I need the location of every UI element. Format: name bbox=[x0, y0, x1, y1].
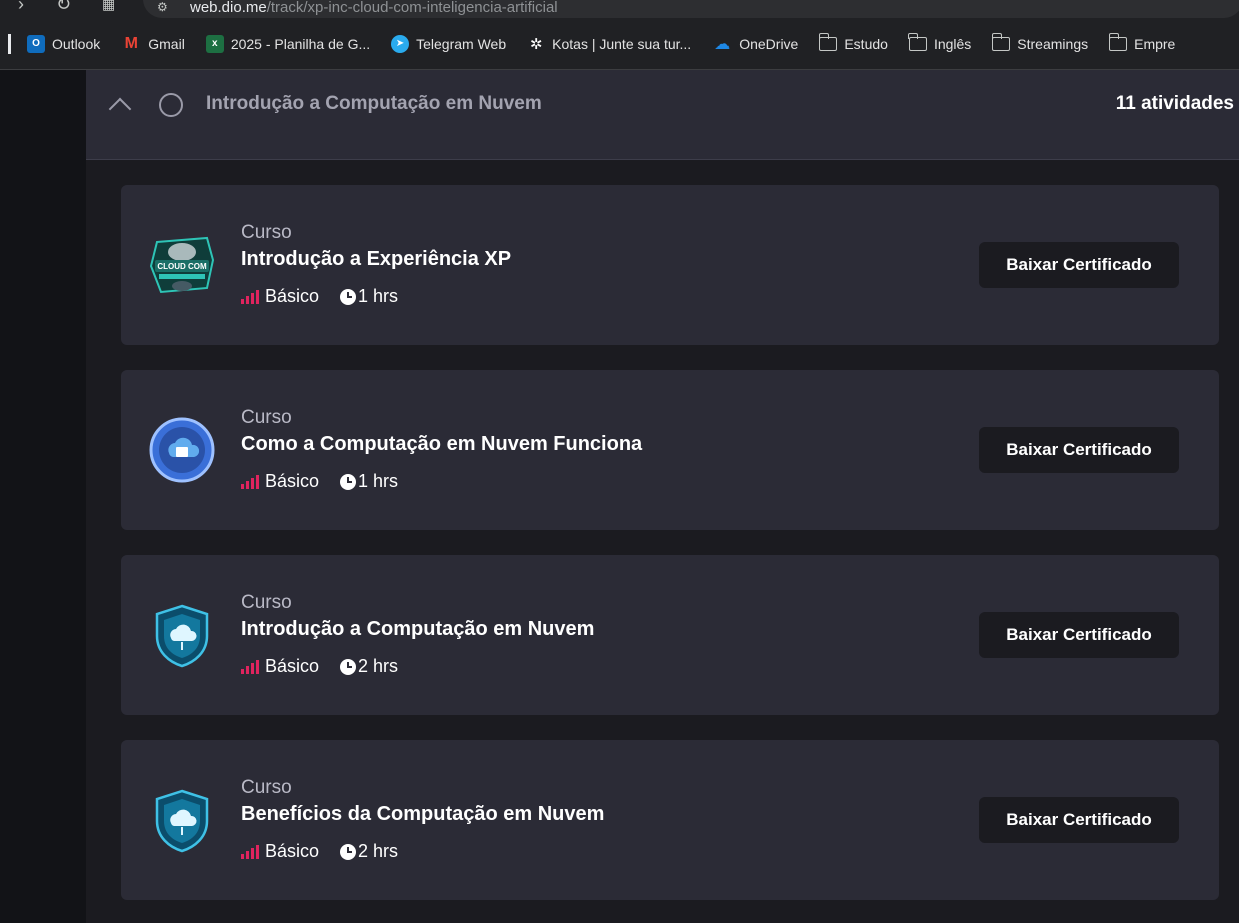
course-duration: 2 hrs bbox=[358, 841, 399, 861]
excel-icon: x bbox=[205, 34, 224, 53]
course-title[interactable]: Introdução a Experiência XP bbox=[241, 248, 511, 271]
folder-icon bbox=[818, 32, 838, 51]
level-bars-icon bbox=[241, 289, 259, 304]
course-meta: Básico 1 hrs bbox=[241, 286, 398, 307]
level-bars-icon bbox=[241, 844, 259, 859]
site-info-icon[interactable]: ⚙ bbox=[157, 0, 168, 14]
bookmark-onedrive[interactable]: ☁ OneDrive bbox=[712, 35, 798, 53]
cloud-shield-badge-icon bbox=[155, 604, 209, 668]
course-card: Curso Introdução a Computação em Nuvem B… bbox=[121, 555, 1219, 715]
course-list: CLOUD COM Curso Introdução a Experiência… bbox=[86, 160, 1239, 923]
course-level: Básico bbox=[265, 286, 320, 306]
course-meta: Básico 2 hrs bbox=[241, 841, 398, 862]
course-type: Curso bbox=[241, 222, 292, 243]
course-duration: 1 hrs bbox=[358, 286, 399, 306]
folder-icon bbox=[991, 32, 1011, 51]
course-level: Básico bbox=[265, 841, 320, 861]
bookmark-folder-ingles[interactable]: Inglês bbox=[908, 32, 971, 52]
course-duration: 2 hrs bbox=[358, 656, 399, 676]
course-title[interactable]: Introdução a Computação em Nuvem bbox=[241, 618, 594, 641]
cloud-circle-badge-icon bbox=[149, 417, 215, 483]
bookmark-folder-empre[interactable]: Empre bbox=[1108, 32, 1175, 52]
outlook-icon: O bbox=[27, 34, 45, 53]
clock-icon bbox=[340, 658, 357, 675]
course-duration: 1 hrs bbox=[358, 471, 399, 491]
browser-toolbar: › ↻ ▦ ⚙ web.dio.me/track/xp-inc-cloud-co… bbox=[0, 0, 1239, 18]
url-text[interactable]: web.dio.me/track/xp-inc-cloud-com-inteli… bbox=[190, 0, 558, 16]
course-type: Curso bbox=[241, 777, 292, 798]
cloud-shield-badge-icon bbox=[155, 789, 209, 853]
telegram-icon: ➤ bbox=[391, 34, 410, 53]
gmail-icon: M bbox=[124, 34, 138, 52]
course-level: Básico bbox=[265, 656, 320, 676]
clock-icon bbox=[340, 843, 357, 860]
course-title[interactable]: Benefícios da Computação em Nuvem bbox=[241, 803, 604, 826]
course-type: Curso bbox=[241, 407, 292, 428]
course-meta: Básico 2 hrs bbox=[241, 656, 398, 677]
kotas-icon: ✲ bbox=[529, 35, 543, 53]
download-certificate-button[interactable]: Baixar Certificado bbox=[979, 427, 1179, 473]
course-level: Básico bbox=[265, 471, 320, 491]
progress-circle-icon bbox=[159, 93, 183, 117]
forward-icon[interactable]: › bbox=[18, 0, 24, 15]
course-card: Curso Como a Computação em Nuvem Funcion… bbox=[121, 370, 1219, 530]
folder-icon bbox=[1108, 32, 1128, 51]
level-bars-icon bbox=[241, 659, 259, 674]
bookmark-folder-streamings[interactable]: Streamings bbox=[991, 32, 1088, 52]
download-certificate-button[interactable]: Baixar Certificado bbox=[979, 242, 1179, 288]
clock-icon bbox=[340, 288, 357, 305]
address-bar[interactable]: ⚙ web.dio.me/track/xp-inc-cloud-com-inte… bbox=[143, 0, 1239, 18]
bookmark-planilha[interactable]: x 2025 - Planilha de G... bbox=[205, 34, 370, 53]
clock-icon bbox=[340, 473, 357, 490]
download-certificate-button[interactable]: Baixar Certificado bbox=[979, 612, 1179, 658]
folder-icon bbox=[908, 32, 927, 51]
activity-count: 11 atividades bbox=[1115, 93, 1234, 114]
bookmark-folder-estudo[interactable]: Estudo bbox=[818, 32, 888, 52]
section-header[interactable]: Introdução a Computação em Nuvem 11 ativ… bbox=[86, 70, 1239, 160]
bookmark-telegram[interactable]: ➤ Telegram Web bbox=[391, 34, 506, 53]
reload-icon[interactable]: ↻ bbox=[56, 0, 71, 15]
section-title: Introdução a Computação em Nuvem bbox=[206, 93, 542, 114]
course-meta: Básico 1 hrs bbox=[241, 471, 398, 492]
onedrive-icon: ☁ bbox=[714, 35, 731, 53]
svg-text:CLOUD COM: CLOUD COM bbox=[157, 262, 207, 271]
chevron-up-icon[interactable] bbox=[108, 97, 132, 121]
bookmarks-bar: O Outlook M Gmail x 2025 - Planilha de G… bbox=[0, 18, 1239, 70]
course-card: CLOUD COM Curso Introdução a Experiência… bbox=[121, 185, 1219, 345]
bookmark-outlook[interactable]: O Outlook bbox=[27, 34, 100, 53]
bookmarks-edge bbox=[8, 33, 11, 54]
course-card: Curso Benefícios da Computação em Nuvem … bbox=[121, 740, 1219, 900]
download-certificate-button[interactable]: Baixar Certificado bbox=[979, 797, 1179, 843]
left-sidebar bbox=[0, 70, 86, 923]
bookmark-gmail[interactable]: M Gmail bbox=[121, 35, 185, 53]
level-bars-icon bbox=[241, 474, 259, 489]
apps-icon[interactable]: ▦ bbox=[102, 0, 115, 13]
cloud-ai-badge-icon: CLOUD COM bbox=[149, 236, 215, 294]
course-title[interactable]: Como a Computação em Nuvem Funciona bbox=[241, 433, 642, 456]
course-type: Curso bbox=[241, 592, 292, 613]
bookmark-kotas[interactable]: ✲ Kotas | Junte sua tur... bbox=[527, 35, 691, 53]
